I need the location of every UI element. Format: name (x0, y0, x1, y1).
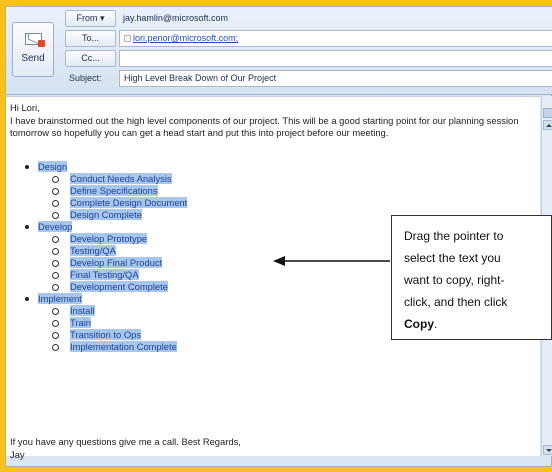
contact-icon (124, 35, 131, 42)
scroll-down-button[interactable] (543, 445, 552, 455)
greeting: Hi Lori, (10, 102, 40, 113)
intro-paragraph: I have brainstormed out the high level c… (10, 114, 519, 139)
closing-line: If you have any questions give me a call… (10, 436, 241, 447)
outline-item: Install (52, 305, 95, 316)
to-field[interactable]: lori.penor@microsoft.com; (119, 30, 552, 47)
callout-line: select the text you (404, 251, 501, 265)
outline-item: Complete Design Document (51, 197, 188, 208)
recipient-address[interactable]: lori.penor@microsoft.com; (133, 33, 238, 43)
outline-item: Implementation Complete (52, 341, 177, 352)
outline-section: Implement (25, 293, 82, 304)
scroll-up-button[interactable] (543, 120, 552, 130)
outline-item: Development Complete (52, 281, 168, 292)
callout-bold: Copy (404, 317, 434, 331)
instruction-callout: Drag the pointer to select the text you … (391, 215, 552, 340)
from-address: jay.hamlin@microsoft.com (123, 13, 228, 23)
outline-item: Transition to Ops (51, 329, 142, 340)
outline-item: Conduct Needs Analysis (52, 173, 172, 184)
subject-field[interactable]: High Level Break Down of Our Project (119, 70, 552, 87)
cc-field[interactable] (119, 50, 552, 67)
outline-section: Develop (24, 221, 73, 232)
callout-line: Copy. (404, 313, 551, 335)
callout-period: . (434, 317, 438, 331)
subject-label: Subject: (69, 73, 102, 83)
callout-line: click, and then click (404, 295, 508, 309)
outline-item: Design Complete (52, 209, 142, 220)
message-header: Send From ▾ jay.hamlin@microsoft.com To.… (6, 7, 552, 95)
signature: Jay (10, 448, 25, 460)
outline-item: Develop Final Product (51, 257, 163, 268)
cc-button[interactable]: Cc... (65, 50, 116, 67)
from-button[interactable]: From ▾ (65, 10, 116, 27)
closing-block: If you have any questions give me a call… (10, 436, 530, 461)
outline-section: Design (24, 161, 68, 172)
callout-line: Drag the pointer to (404, 229, 504, 243)
outline-item: Define Specifications (52, 185, 158, 196)
send-label: Send (21, 53, 45, 64)
outline-item: Develop Prototype (51, 233, 148, 244)
outline-item: Testing/QA (52, 245, 116, 256)
callout-line: want to copy, right- (404, 273, 505, 287)
to-button[interactable]: To... (65, 30, 116, 47)
outline-item: Train (51, 317, 92, 328)
outline-item: Final Testing/QA (52, 269, 139, 280)
send-button[interactable]: Send (12, 22, 54, 77)
envelope-icon (25, 33, 45, 47)
reading-pane-icon[interactable] (543, 108, 552, 118)
